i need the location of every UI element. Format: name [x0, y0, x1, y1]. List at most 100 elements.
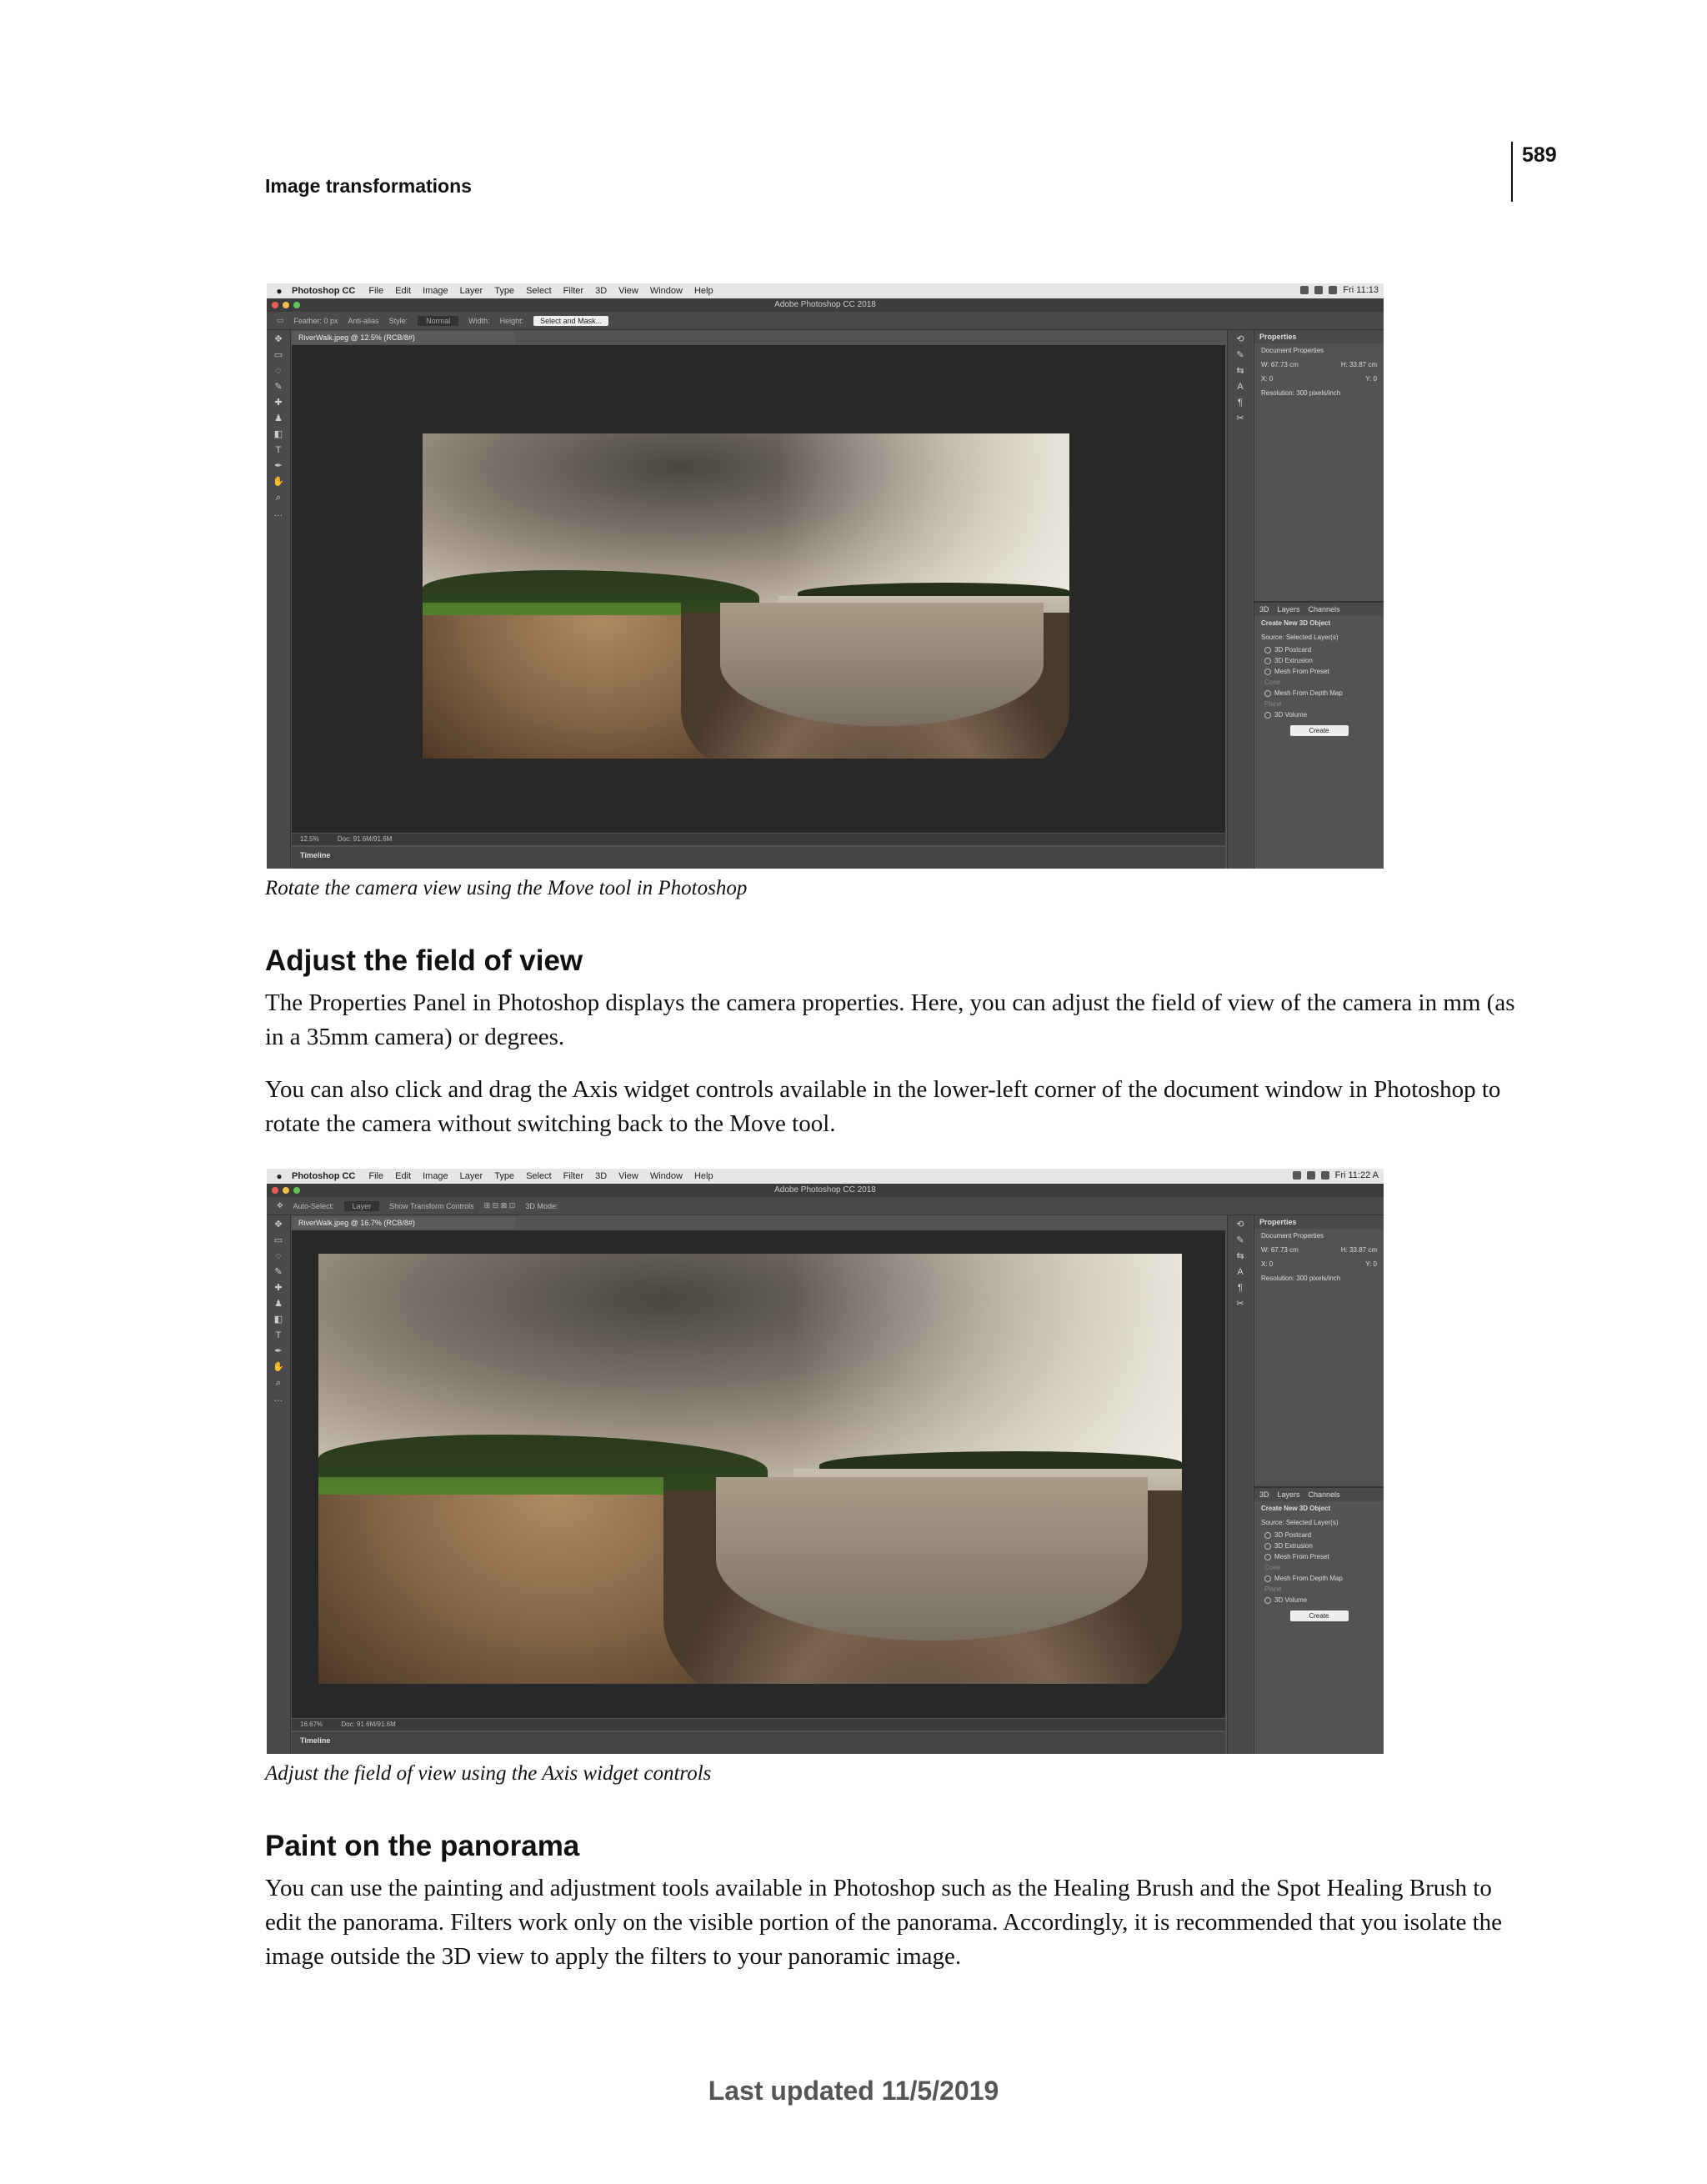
stamp-tool-icon: ♟ [274, 413, 283, 423]
tools-icon: ✂ [1236, 413, 1244, 423]
resolution-value: Resolution: 300 pixels/inch [1261, 1275, 1341, 1282]
properties-tab: Properties [1254, 1215, 1384, 1229]
lasso-tool-icon: ◌ [275, 366, 282, 376]
document-tab: RiverWalk.jpeg @ 16.7% (RCB/8#) [292, 1217, 515, 1229]
option-3d-postcard: 3D Postcard [1254, 1530, 1384, 1540]
3d-panel: 3D Layers Channels Create New 3D Object So… [1254, 1486, 1384, 1754]
menu-image: Image [423, 1171, 448, 1181]
properties-panel: Properties Document Properties W: 67.73 … [1254, 330, 1384, 869]
menu-file: File [368, 286, 384, 296]
option-cone: Cone [1264, 679, 1281, 686]
menu-select: Select [526, 1171, 552, 1181]
type-tool-icon: T [275, 1330, 282, 1340]
paragraph: You can also click and drag the Axis wid… [265, 1076, 1501, 1137]
more-tools-icon: … [273, 1394, 283, 1404]
source-value: Selected Layer(s) [1285, 634, 1339, 641]
close-icon [272, 1187, 278, 1194]
panel-icon-strip: ⟲ ✎ ⇆ A ¶ ✂ [1227, 1215, 1253, 1754]
option-3d-extrusion: 3D Extrusion [1254, 655, 1384, 666]
x-value: X: 0 [1261, 1260, 1274, 1268]
panorama-image [423, 433, 1069, 759]
tab-layers: Layers [1277, 1490, 1300, 1499]
y-value: Y: 0 [1365, 375, 1377, 383]
footer-last-updated: Last updated 11/5/2019 [708, 2076, 999, 2106]
wifi-icon [1329, 286, 1338, 294]
move-tool-icon: ✥ [274, 334, 283, 344]
timeline-panel: Timeline [292, 847, 1225, 869]
select-and-mask-button: Select and Mask... [533, 315, 609, 326]
option-3d-postcard: 3D Postcard [1254, 644, 1384, 655]
figure-2-caption: Adjust the field of view using the Axis … [265, 1762, 712, 1785]
brush-tool-icon: ✎ [274, 382, 283, 392]
menu-layer: Layer [459, 286, 483, 296]
option-mesh-preset: Mesh From Preset [1254, 1551, 1384, 1562]
document-tab: RiverWalk.jpeg @ 12.5% (RCB/8#) [292, 332, 515, 343]
tab-channels: Channels [1308, 1490, 1340, 1499]
zoom-tool-icon: ⌕ [275, 1378, 282, 1388]
doc-properties-label: Document Properties [1261, 347, 1324, 354]
history-icon: ⟲ [1236, 1220, 1244, 1230]
tab-3d: 3D [1259, 1490, 1269, 1499]
figure-1-caption: Rotate the camera view using the Move to… [265, 877, 748, 899]
source-row: Source: Selected Layer(s) [1254, 1515, 1384, 1530]
paragraph-icon: ¶ [1238, 1283, 1243, 1293]
status-bar: 12.5% Doc: 91.6M/91.6M [292, 834, 1225, 845]
apple-icon: ● [276, 285, 283, 297]
resolution-value: Resolution: 300 pixels/inch [1261, 389, 1341, 397]
zoom-tool-icon: ⌕ [275, 493, 282, 503]
position-row: X: 0 Y: 0 [1254, 1257, 1384, 1271]
window-title: Adobe Photoshop CC 2018 [774, 300, 876, 309]
status-icon [1292, 1171, 1301, 1180]
menu-window: Window [649, 286, 683, 296]
source-label: Source: [1261, 1519, 1284, 1526]
tools-panel: ✥ ▭ ◌ ✎ ✚ ♟ ◧ T ✒ ✋ ⌕ … [267, 1215, 291, 1754]
lasso-tool-icon: ◌ [275, 1251, 282, 1261]
mac-menubar: ● Photoshop CC File Edit Image Layer Typ… [267, 1169, 1384, 1184]
page-number: 589 [1522, 143, 1557, 167]
properties-panel: Properties Document Properties W: 67.73 … [1254, 1215, 1384, 1754]
eraser-tool-icon: ◧ [273, 429, 283, 439]
option-layer: Layer [343, 1200, 380, 1211]
apple-icon: ● [276, 1170, 283, 1182]
zoom-icon [293, 1187, 300, 1194]
pen-tool-icon: ✒ [274, 461, 283, 471]
healing-tool-icon: ✚ [274, 398, 283, 408]
options-bar: ✥ Auto-Select: Layer Show Transform Cont… [267, 1197, 1384, 1215]
menu-file: File [368, 1171, 384, 1181]
doc-properties-label: Document Properties [1261, 1232, 1324, 1240]
wifi-icon [1320, 1171, 1329, 1180]
menu-view: View [618, 1171, 638, 1181]
menu-image: Image [423, 286, 448, 296]
option-depth-map: Mesh From Depth Map [1254, 1573, 1384, 1584]
move-tool-icon: ✥ [277, 1201, 283, 1210]
option-3d-extrusion: 3D Extrusion [1254, 1540, 1384, 1551]
option-transform-controls: Show Transform Controls [389, 1201, 474, 1210]
running-header: Image transformations [265, 175, 472, 197]
brush-tool-icon: ✎ [274, 1267, 283, 1277]
source-value: Selected Layer(s) [1285, 1519, 1339, 1526]
option-3d-volume: 3D Volume [1254, 709, 1384, 720]
width-value: W: 67.73 cm [1261, 1246, 1299, 1254]
pen-tool-icon: ✒ [274, 1346, 283, 1356]
height-value: H: 33.87 cm [1340, 1246, 1377, 1254]
doc-size: Doc: 91.6M/91.6M [341, 1721, 396, 1728]
menu-view: View [618, 286, 638, 296]
eraser-tool-icon: ◧ [273, 1315, 283, 1325]
create-button: Create [1289, 1610, 1349, 1621]
document-canvas [292, 345, 1225, 833]
window-titlebar: Adobe Photoshop CC 2018 [267, 1184, 1384, 1197]
size-row: W: 67.73 cm H: 33.87 cm [1254, 1243, 1384, 1257]
status-icon [1314, 286, 1324, 294]
source-label: Source: [1261, 634, 1284, 641]
option-style-value: Normal [418, 315, 459, 326]
window-titlebar: Adobe Photoshop CC 2018 [267, 298, 1384, 312]
menu-layer: Layer [459, 1171, 483, 1181]
option-style-label: Style: [388, 316, 408, 325]
status-bar: 16.67% Doc: 91.6M/91.6M [292, 1719, 1225, 1731]
zoom-icon [293, 302, 300, 308]
history-icon: ⟲ [1236, 334, 1244, 344]
option-height: Height: [499, 316, 524, 325]
panorama-image [318, 1254, 1182, 1684]
marquee-tool-icon: ▭ [273, 1235, 283, 1245]
minimize-icon [283, 302, 289, 308]
